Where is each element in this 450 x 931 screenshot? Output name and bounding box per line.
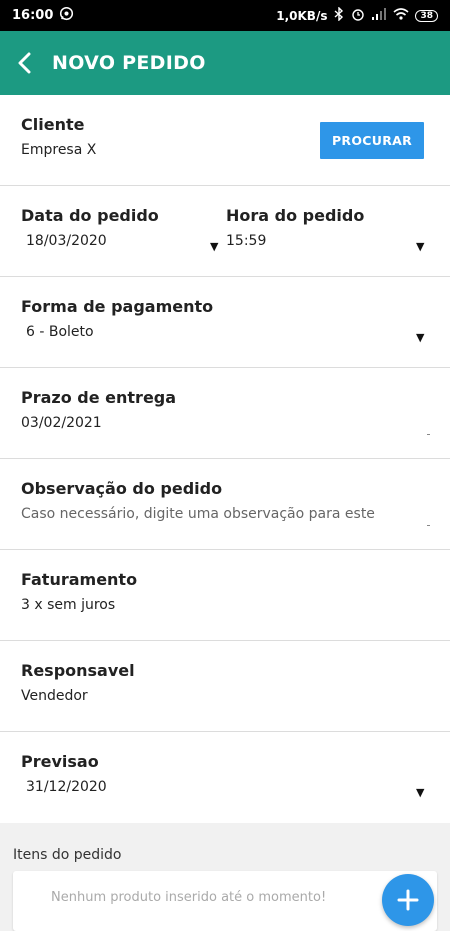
observacao-row[interactable]: Observação do pedido Caso necessário, di…: [0, 459, 450, 550]
status-bar: 16:00 1,0KB/s 38: [0, 0, 450, 31]
prazo-entrega-value: 03/02/2021: [21, 415, 102, 431]
app-bar: NOVO PEDIDO: [0, 31, 450, 95]
itens-section-label: Itens do pedido: [13, 847, 122, 863]
previsao-row[interactable]: Previsao 31/12/2020 ▼: [0, 732, 450, 823]
page-title: NOVO PEDIDO: [52, 52, 206, 74]
data-pedido-field[interactable]: Data do pedido 18/03/2020: [21, 206, 216, 249]
prazo-entrega-label: Prazo de entrega: [21, 388, 177, 407]
previsao-label: Previsao: [21, 752, 99, 771]
data-hora-row: Data do pedido 18/03/2020 ▼ Hora do pedi…: [0, 186, 450, 277]
clock: 16:00: [12, 8, 54, 23]
observacao-label: Observação do pedido: [21, 479, 223, 498]
bluetooth-icon: [333, 6, 345, 24]
procurar-button[interactable]: PROCURAR: [320, 122, 424, 159]
cliente-row: Cliente Empresa X PROCURAR: [0, 95, 450, 186]
empty-items-message: Nenhum produto inserido até o momento!: [51, 890, 327, 905]
back-arrow-icon[interactable]: [12, 50, 38, 76]
forma-pagamento-value: 6 - Boleto: [26, 324, 94, 340]
faturamento-row[interactable]: Faturamento 3 x sem juros: [0, 550, 450, 641]
hora-pedido-label: Hora do pedido: [226, 206, 365, 225]
wifi-icon: [393, 8, 409, 23]
forma-pagamento-row[interactable]: Forma de pagamento 6 - Boleto ▼: [0, 277, 450, 368]
responsavel-value: Vendedor: [21, 688, 88, 704]
battery-indicator: 38: [415, 9, 438, 22]
input-underline-mark: [427, 525, 430, 526]
forma-pagamento-label: Forma de pagamento: [21, 297, 214, 316]
pagamento-dropdown-caret-icon[interactable]: ▼: [416, 331, 424, 344]
order-form: Cliente Empresa X PROCURAR Data do pedid…: [0, 95, 450, 931]
itens-list: Nenhum produto inserido até o momento!: [13, 871, 437, 931]
hora-pedido-value: 15:59: [226, 233, 267, 249]
network-speed: 1,0KB/s: [276, 8, 328, 23]
observacao-input[interactable]: Caso necessário, digite uma observação p…: [21, 506, 429, 522]
plus-icon: [397, 889, 419, 911]
previsao-dropdown-caret-icon[interactable]: ▼: [416, 786, 424, 799]
previsao-value: 31/12/2020: [26, 779, 107, 795]
responsavel-label: Responsavel: [21, 661, 135, 680]
input-underline-mark: [427, 434, 430, 435]
hora-dropdown-caret-icon[interactable]: ▼: [416, 240, 424, 253]
add-item-button[interactable]: [382, 874, 434, 926]
data-pedido-label: Data do pedido: [21, 206, 159, 225]
prazo-entrega-row[interactable]: Prazo de entrega 03/02/2021: [0, 368, 450, 459]
whatsapp-icon: [59, 6, 74, 25]
alarm-icon: [351, 7, 365, 24]
faturamento-value: 3 x sem juros: [21, 597, 116, 613]
signal-icon: [371, 8, 387, 23]
data-pedido-value: 18/03/2020: [26, 233, 107, 249]
hora-pedido-field[interactable]: Hora do pedido 15:59: [226, 206, 426, 249]
responsavel-row[interactable]: Responsavel Vendedor: [0, 641, 450, 732]
data-dropdown-caret-icon[interactable]: ▼: [210, 240, 218, 253]
faturamento-label: Faturamento: [21, 570, 138, 589]
